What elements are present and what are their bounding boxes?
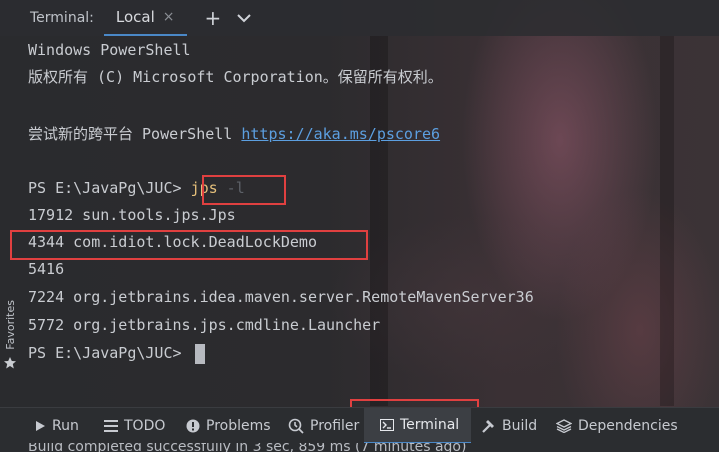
chevron-down-icon[interactable] — [235, 9, 253, 27]
status-bar: Build completed successfully in 3 sec, 8… — [0, 443, 719, 452]
tool-terminal[interactable]: Terminal — [364, 408, 472, 444]
text-cursor — [194, 343, 205, 364]
highlight-box-process — [10, 230, 368, 260]
process-line: 5416 — [28, 260, 65, 278]
hammer-icon — [482, 420, 494, 433]
tool-todo[interactable]: TODO — [104, 408, 165, 444]
tool-problems[interactable]: Problems — [186, 408, 271, 444]
tool-window-bar: Run TODO Problems Profiler Terminal Buil… — [0, 407, 719, 444]
terminal-line: Windows PowerShell — [28, 41, 191, 59]
tool-profiler[interactable]: Profiler — [288, 408, 359, 444]
pscore-link[interactable]: https://aka.ms/pscore6 — [241, 125, 440, 143]
tab-local[interactable]: Local × — [103, 0, 187, 36]
tool-build[interactable]: Build — [480, 408, 537, 444]
tool-profiler-label: Profiler — [310, 418, 360, 434]
pscore-text: 尝试新的跨平台 PowerShell — [28, 125, 242, 143]
layers-icon — [556, 419, 572, 433]
terminal-icon — [380, 419, 394, 431]
tool-problems-label: Problems — [206, 418, 271, 434]
tool-build-label: Build — [502, 418, 538, 434]
favorites-label: Favorites — [3, 300, 17, 350]
process-line: 5772 org.jetbrains.jps.cmdline.Launcher — [28, 316, 381, 334]
prompt: PS E:\JavaPg\JUC> — [28, 344, 191, 362]
terminal-prompt-line: PS E:\JavaPg\JUC> — [28, 340, 205, 367]
list-icon — [104, 420, 118, 432]
favorites-strip[interactable]: Favorites — [0, 300, 20, 410]
terminal-title: Terminal: — [30, 10, 94, 26]
tool-dependencies-label: Dependencies — [578, 418, 678, 434]
terminal-line: 版权所有 (C) Microsoft Corporation。保留所有权利。 — [28, 68, 443, 86]
star-icon — [4, 356, 16, 369]
terminal-header: Terminal: Local × + — [0, 0, 719, 36]
tool-run-label: Run — [52, 418, 79, 434]
tool-dependencies[interactable]: Dependencies — [556, 408, 678, 444]
process-line: 17912 sun.tools.jps.Jps — [28, 206, 236, 224]
tool-terminal-label: Terminal — [400, 417, 460, 433]
process-line: 7224 org.jetbrains.idea.maven.server.Rem… — [28, 288, 534, 306]
tool-run[interactable]: Run — [34, 408, 79, 444]
terminal-line: 尝试新的跨平台 PowerShell https://aka.ms/pscore… — [28, 121, 440, 148]
close-icon[interactable]: × — [163, 9, 175, 25]
profiler-icon — [288, 418, 304, 434]
info-icon — [186, 419, 200, 433]
prompt: PS E:\JavaPg\JUC> — [28, 179, 191, 197]
highlight-box-command — [202, 175, 286, 205]
tab-local-label: Local — [115, 8, 155, 26]
run-icon — [36, 421, 45, 431]
status-text: Build completed successfully in 3 sec, 8… — [28, 443, 467, 452]
tool-todo-label: TODO — [124, 418, 166, 434]
add-tab-icon[interactable]: + — [205, 6, 222, 30]
